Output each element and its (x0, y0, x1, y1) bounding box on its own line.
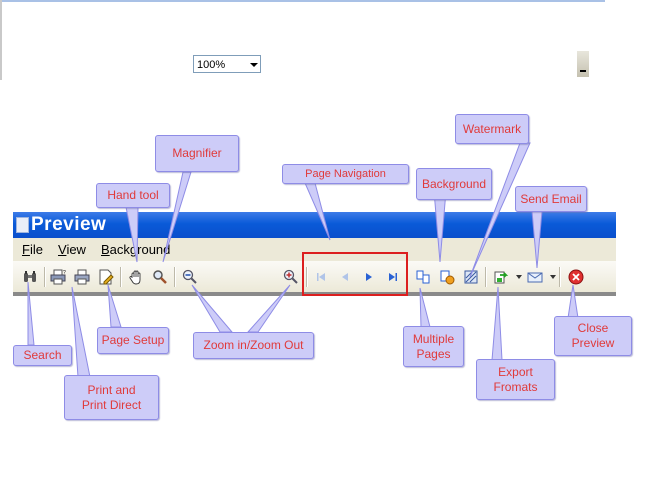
callout-text: Watermark (462, 121, 522, 136)
print-pointer (71, 286, 91, 378)
callout-text: Hand tool (107, 188, 159, 202)
callout-page-setup: Page Setup (97, 327, 169, 354)
background-pointer (433, 190, 447, 263)
close-preview-pointer (567, 284, 579, 319)
export-pointer (491, 286, 503, 361)
callout-close-preview: Close Preview (554, 316, 632, 356)
callout-magnifier: Magnifier (155, 135, 239, 172)
page-setup-pointer (107, 284, 122, 328)
callout-text: Multiple (412, 331, 455, 346)
callout-multiple-pages: Multiple Pages (403, 326, 464, 367)
page-navigation-pointer (304, 182, 331, 241)
callout-send-email: Send Email (515, 186, 587, 212)
callout-text: Zoom in/Zoom Out (203, 338, 304, 352)
send-email-pointer (531, 210, 543, 269)
callout-search: Search (13, 345, 72, 366)
callout-text: Close (577, 321, 609, 335)
callout-text: Send Email (520, 191, 582, 206)
zoom-out-pointer (191, 284, 234, 333)
callout-text: Page Navigation (305, 167, 386, 180)
callout-text: Pages (416, 346, 451, 361)
callout-background: Background (416, 168, 492, 200)
callout-text: Print and (87, 382, 136, 397)
callout-text: Magnifier (172, 146, 222, 160)
callout-text: Background (421, 176, 487, 191)
callout-text: Preview (571, 336, 615, 350)
hand-tool-pointer (125, 206, 139, 263)
callout-text: Export (498, 364, 533, 379)
callout-text: Page Setup (101, 333, 165, 347)
callout-print: Print and Print Direct (64, 375, 159, 420)
callout-text: Fromats (493, 379, 538, 394)
search-pointer (27, 281, 35, 346)
zoom-in-pointer (246, 284, 291, 333)
callout-watermark: Watermark (455, 114, 529, 144)
callout-text: Search (23, 348, 62, 362)
multiple-pages-pointer (419, 287, 431, 328)
callout-text: Print Direct (81, 397, 142, 412)
callout-hand-tool: Hand tool (96, 183, 170, 208)
callout-page-navigation: Page Navigation (282, 164, 409, 184)
callout-export: Export Fromats (476, 359, 555, 400)
callout-zoom: Zoom in/Zoom Out (193, 332, 314, 359)
